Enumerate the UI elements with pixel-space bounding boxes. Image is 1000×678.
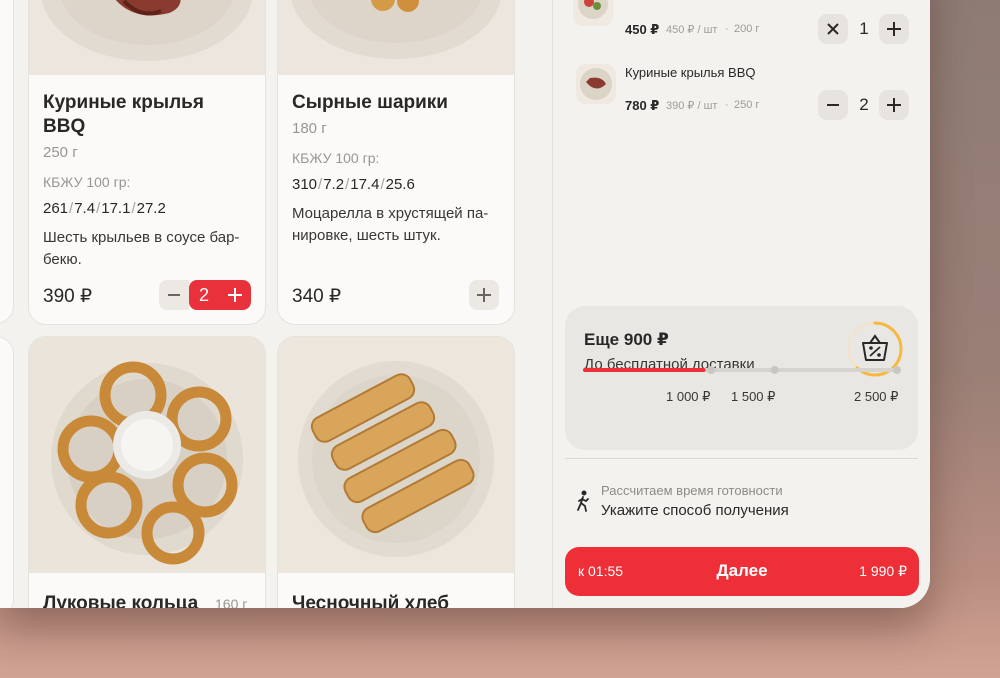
- product-price: 340 ₽: [292, 286, 342, 307]
- product-weight: 180 г: [292, 120, 327, 137]
- product-photo: [29, 0, 265, 75]
- product-name: Куриные крылья: [43, 92, 204, 113]
- product-weight: 160 г: [215, 596, 248, 608]
- product-grid: Куриные крылья BBQ 250 г КБЖУ 100 гр: 26…: [0, 0, 552, 608]
- cart-item: Куриные крылья BBQ 780 ₽ 390 ₽ / шт · 25…: [573, 60, 913, 130]
- decrease-button[interactable]: [159, 280, 189, 310]
- minus-icon: [168, 294, 180, 296]
- separator-dot: ·: [725, 99, 729, 111]
- kbju-fat: 17.4: [350, 176, 380, 193]
- cart-item-thumbnail: [573, 0, 613, 26]
- next-button[interactable]: к 01:55 Далее 1 990 ₽: [565, 547, 919, 596]
- close-icon: [827, 23, 839, 35]
- cart-item-price: 450 ₽: [625, 22, 660, 37]
- kbju-label: КБЖУ 100 гр:: [43, 174, 131, 190]
- kbju-protein: 7.4: [74, 200, 96, 217]
- kbju-carbs: 25.6: [385, 176, 415, 193]
- plus-icon: [887, 98, 901, 112]
- add-to-cart-button[interactable]: [469, 280, 499, 310]
- free-delivery-card: Еще 900 ₽ До бесплатной доставки 1 000 ₽…: [565, 306, 918, 450]
- milestone-dot: [707, 366, 716, 374]
- kbju-calories: 261: [43, 200, 69, 217]
- milestone-dot: [893, 366, 901, 374]
- product-card-chicken-wings[interactable]: Куриные крылья BBQ 250 г КБЖУ 100 гр: 26…: [28, 0, 266, 325]
- pickup-method-label: Укажите способ получения: [601, 502, 789, 519]
- plus-icon: [887, 22, 901, 36]
- product-photo: [278, 337, 514, 573]
- increase-button[interactable]: [879, 90, 909, 120]
- product-card-cheese-balls[interactable]: Сырные шарики 180 г КБЖУ 100 гр: 310/7.2…: [277, 0, 515, 325]
- product-card-partial[interactable]: [0, 0, 14, 324]
- milestone-label: 1 000 ₽: [666, 389, 711, 404]
- cart-item-unit-price: 450 ₽ / шт: [666, 24, 718, 36]
- increase-button[interactable]: [879, 14, 909, 44]
- product-card-partial[interactable]: [0, 336, 14, 608]
- app-window: Куриные крылья BBQ 250 г КБЖУ 100 гр: 26…: [0, 0, 930, 608]
- product-name: BBQ: [43, 116, 86, 137]
- product-description: Моцарелла в хрустящей па- нировке, шесть…: [292, 203, 488, 247]
- kbju-label: КБЖУ 100 гр:: [292, 150, 380, 166]
- delivery-progress-bar: [583, 366, 901, 374]
- ready-time-hint: Рассчитаем время готовности: [601, 483, 783, 498]
- product-name: Луковые кольца: [43, 593, 199, 608]
- product-price: 390 ₽: [43, 286, 93, 307]
- kbju-calories: 310: [292, 176, 318, 193]
- quantity-stepper: 2: [159, 280, 251, 310]
- kbju-values: 310/7.2/17.4/25.6: [292, 176, 415, 193]
- walking-person-icon: [577, 490, 589, 512]
- product-description: Шесть крыльев в соусе бар- бекю.: [43, 227, 239, 271]
- decrease-button[interactable]: [818, 90, 848, 120]
- cart-item-weight: 250 г: [734, 99, 760, 111]
- product-photo: [278, 0, 514, 75]
- cart-item-weight: 200 г: [734, 23, 760, 35]
- cart-item-quantity: 2: [859, 95, 869, 114]
- product-card-garlic-bread[interactable]: Чесночный хлеб: [277, 336, 515, 608]
- kbju-fat: 17.1: [101, 200, 131, 217]
- kbju-carbs: 27.2: [136, 200, 166, 217]
- kbju-values: 261/7.4/17.1/27.2: [43, 200, 166, 217]
- remove-item-button[interactable]: [818, 14, 848, 44]
- quantity-value: 2: [198, 284, 209, 305]
- description-line: Моцарелла в хрустящей па-: [292, 205, 489, 222]
- milestone-label: 2 500 ₽: [854, 389, 899, 404]
- product-weight: 250 г: [43, 144, 78, 161]
- product-name: Чесночный хлеб: [292, 593, 449, 608]
- milestone-dot: [770, 366, 779, 374]
- description-line: бекю.: [43, 251, 82, 268]
- cart-item: 450 ₽ 450 ₽ / шт · 200 г 1: [573, 0, 913, 44]
- cart-item-thumbnail: [576, 64, 616, 104]
- cart-panel: 450 ₽ 450 ₽ / шт · 200 г 1 Куриные крыль…: [552, 0, 930, 608]
- divider: [565, 458, 918, 459]
- product-photo: [29, 337, 265, 573]
- description-line: Шесть крыльев в соусе бар-: [43, 229, 240, 246]
- plus-icon: [477, 288, 491, 302]
- cart-item-quantity: 1: [859, 19, 869, 38]
- minus-icon: [827, 104, 839, 106]
- increase-button[interactable]: [219, 288, 251, 302]
- quantity-active: 2: [189, 280, 251, 310]
- separator-dot: ·: [725, 23, 729, 35]
- cart-item-name: Куриные крылья BBQ: [625, 65, 756, 80]
- description-line: нировке, шесть штук.: [292, 227, 441, 244]
- delivery-bag-icon: [862, 334, 888, 361]
- product-name: Сырные шарики: [292, 92, 448, 113]
- product-card-onion-rings[interactable]: Луковые кольца 160 г: [28, 336, 266, 608]
- pickup-method-selector[interactable]: Рассчитаем время готовности Укажите спос…: [565, 480, 918, 530]
- plus-icon: [228, 288, 242, 302]
- cart-item-unit-price: 390 ₽ / шт: [666, 100, 718, 112]
- delivery-remaining: Еще 900 ₽: [584, 330, 669, 349]
- kbju-protein: 7.2: [323, 176, 345, 193]
- milestone-label: 1 500 ₽: [731, 389, 776, 404]
- order-total: 1 990 ₽: [859, 563, 907, 579]
- cart-item-price: 780 ₽: [625, 98, 660, 113]
